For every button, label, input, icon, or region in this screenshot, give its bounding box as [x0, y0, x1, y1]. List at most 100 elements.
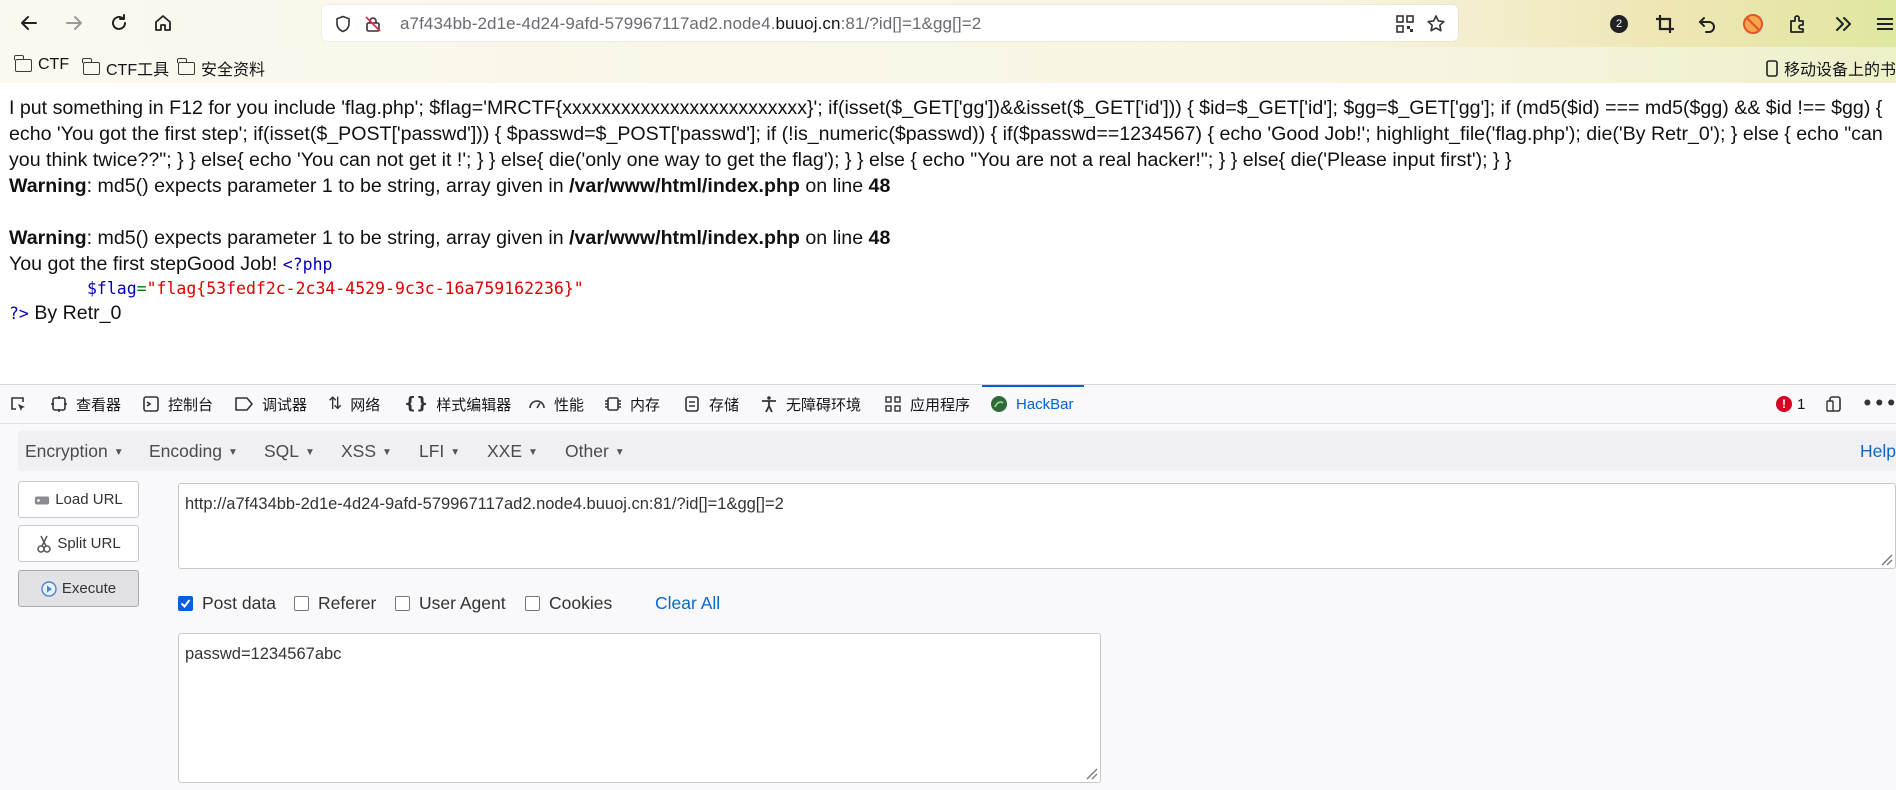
extension-badge-icon[interactable]: 2	[1606, 11, 1632, 37]
qr-code-icon[interactable]	[1394, 13, 1416, 35]
blocker-extension-icon[interactable]	[1740, 11, 1766, 37]
tab-label: HackBar	[1016, 395, 1074, 413]
url-text[interactable]: a7f434bb-2d1e-4d24-9afd-579967117ad2.nod…	[400, 14, 981, 34]
tab-application[interactable]: 应用程序	[884, 385, 970, 423]
tab-performance[interactable]: 性能	[528, 385, 584, 423]
option-label: Cookies	[549, 593, 613, 613]
execute-button[interactable]: Execute	[18, 570, 139, 607]
menu-xss[interactable]: XSS ▼	[341, 441, 392, 462]
tab-storage[interactable]: 存储	[683, 385, 739, 423]
url-textarea[interactable]: http://a7f434bb-2d1e-4d24-9afd-579967117…	[178, 483, 1896, 569]
url-bar[interactable]: a7f434bb-2d1e-4d24-9afd-579967117ad2.nod…	[322, 5, 1458, 41]
puzzle-extension-icon[interactable]	[1785, 11, 1811, 37]
resize-grip-icon[interactable]	[1084, 766, 1098, 780]
post-data-checkbox[interactable]	[178, 596, 193, 611]
bookmarks-bar: CTF CTF工具 安全资料 移动设备上的书签	[0, 47, 1896, 83]
caret-down-icon: ▼	[528, 447, 538, 458]
split-url-label: Split URL	[57, 535, 121, 552]
tab-hackbar[interactable]: HackBar	[982, 385, 1084, 423]
hackbar-menu-bar: Encryption ▼ Encoding ▼ SQL ▼ XSS ▼ LFI ▼ XXE…	[18, 431, 1896, 471]
arrow-right-icon	[66, 16, 82, 30]
menu-encoding[interactable]: Encoding ▼	[149, 441, 238, 462]
bookmark-label: 安全资料	[201, 62, 266, 79]
execute-play-icon	[41, 580, 57, 597]
resize-grip-icon[interactable]	[1879, 552, 1893, 566]
post-data-textarea[interactable]: passwd=1234567abc	[178, 633, 1101, 783]
tab-network[interactable]: ⇅ 网络	[328, 385, 380, 423]
bookmark-folder-security[interactable]: 安全资料	[177, 56, 266, 80]
devtools-tabbar: 查看器 控制台 调试器 ⇅ 网络 {} 样式编辑器 性能 内存 存储 无障碍环境…	[0, 385, 1896, 424]
overflow-chevron-icon[interactable]	[1830, 11, 1856, 37]
crop-icon[interactable]	[1652, 11, 1678, 37]
star-bookmark-icon[interactable]	[1425, 13, 1447, 35]
dock-options-button[interactable]	[1826, 385, 1844, 423]
help-link[interactable]: Help	[1860, 441, 1896, 462]
url-domain: buuoj.cn	[775, 14, 841, 33]
load-url-button[interactable]: Load URL	[18, 481, 139, 518]
warning-label: Warning	[9, 227, 87, 249]
warning-label: Warning	[9, 175, 87, 197]
menu-label: Encoding	[149, 441, 222, 461]
page-content: I put something in F12 for you include '…	[9, 95, 1889, 326]
error-count: 1	[1797, 395, 1806, 413]
home-button[interactable]	[148, 8, 178, 38]
tab-label: 查看器	[76, 396, 122, 414]
cookies-checkbox[interactable]	[525, 596, 540, 611]
console-icon	[143, 396, 159, 412]
flag-variable: $flag	[87, 279, 137, 298]
option-referer[interactable]: Referer	[294, 593, 376, 614]
tab-accessibility[interactable]: 无障碍环境	[760, 385, 861, 423]
menu-xxe[interactable]: XXE ▼	[487, 441, 538, 462]
tab-memory[interactable]: 内存	[604, 385, 660, 423]
option-cookies[interactable]: Cookies	[525, 593, 612, 614]
flag-value: "flag{53fedf2c-2c34-4529-9c3c-16a7591622…	[146, 279, 584, 298]
browser-toolbar: a7f434bb-2d1e-4d24-9afd-579967117ad2.nod…	[0, 0, 1896, 47]
reload-icon	[112, 14, 126, 30]
warning-line-number: 48	[868, 227, 891, 249]
menu-label: SQL	[264, 441, 300, 461]
tracking-shield-icon[interactable]	[332, 13, 354, 35]
devtools-menu-button[interactable]: •••	[1862, 385, 1896, 423]
menu-sql[interactable]: SQL ▼	[264, 441, 315, 462]
menu-other[interactable]: Other ▼	[565, 441, 625, 462]
php-close-tag: ?>	[9, 304, 29, 323]
element-picker-button[interactable]	[9, 385, 27, 423]
option-post-data[interactable]: Post data	[178, 593, 276, 614]
menu-label: Other	[565, 441, 609, 461]
menu-encryption[interactable]: Encryption ▼	[25, 441, 124, 462]
split-url-button[interactable]: Split URL	[18, 525, 139, 562]
tab-inspector[interactable]: 查看器	[50, 385, 121, 423]
menu-hamburger-icon[interactable]	[1872, 11, 1896, 37]
tab-debugger[interactable]: 调试器	[234, 385, 307, 423]
reload-button[interactable]	[104, 8, 134, 38]
url-textarea-value: http://a7f434bb-2d1e-4d24-9afd-579967117…	[185, 495, 784, 513]
warning-message: : md5() expects parameter 1 to be string…	[86, 227, 570, 249]
tab-style-editor[interactable]: {} 样式编辑器	[404, 385, 511, 423]
menu-lfi[interactable]: LFI ▼	[419, 441, 460, 462]
user-agent-checkbox[interactable]	[395, 596, 410, 611]
url-suffix: :81/?id[]=1&gg[]=2	[840, 14, 982, 33]
option-label: User Agent	[419, 593, 506, 613]
tab-label: 存储	[709, 396, 740, 414]
bookmark-folder-ctf[interactable]: CTF	[14, 54, 69, 74]
url-prefix: a7f434bb-2d1e-4d24-9afd-579967117ad2.nod…	[400, 14, 776, 33]
load-url-label: Load URL	[55, 491, 123, 508]
error-counter[interactable]: ! 1	[1776, 385, 1805, 423]
mobile-bookmarks-label: 移动设备上的书签	[1784, 62, 1896, 79]
referer-checkbox[interactable]	[294, 596, 309, 611]
option-user-agent[interactable]: User Agent	[395, 593, 506, 614]
accessibility-icon	[762, 396, 776, 413]
folder-icon	[14, 54, 32, 72]
clear-all-link[interactable]: Clear All	[655, 593, 720, 614]
insecure-lock-icon[interactable]	[362, 13, 384, 35]
warning-line: Warning: md5() expects parameter 1 to be…	[9, 225, 1889, 251]
tab-console[interactable]: 控制台	[142, 385, 213, 423]
mobile-bookmarks[interactable]: 移动设备上的书签	[1766, 56, 1896, 80]
flag-line: $flag="flag{53fedf2c-2c34-4529-9c3c-16a7…	[9, 277, 1889, 300]
arrow-left-icon	[21, 16, 37, 30]
bookmark-folder-ctf-tools[interactable]: CTF工具	[82, 56, 169, 80]
undo-icon[interactable]	[1695, 11, 1721, 37]
forward-button[interactable]	[59, 8, 89, 38]
back-button[interactable]	[14, 8, 44, 38]
